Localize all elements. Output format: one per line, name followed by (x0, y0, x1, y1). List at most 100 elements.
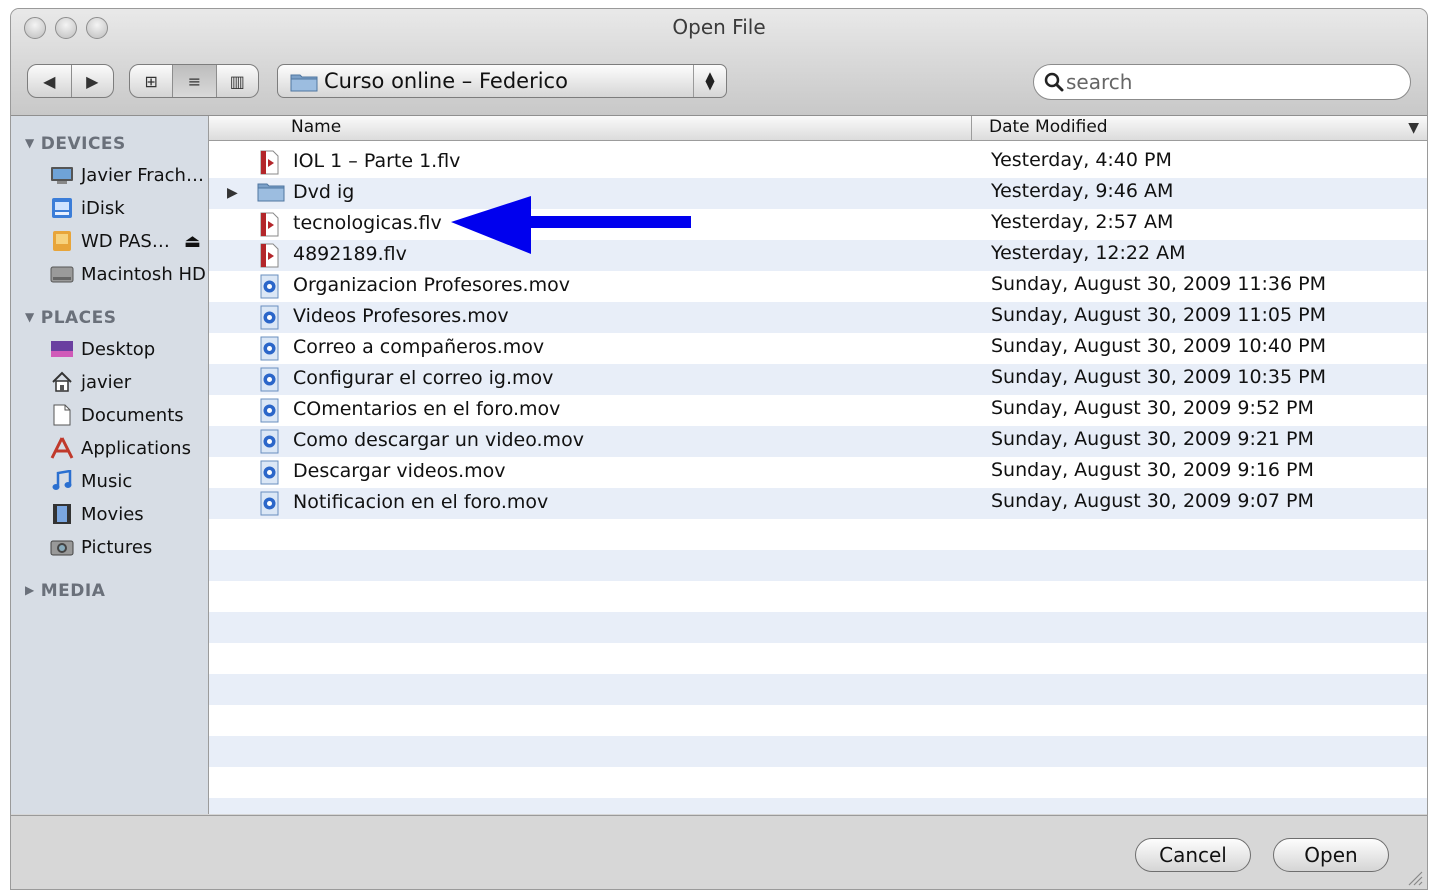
file-date-modified: Yesterday, 9:46 AM (991, 180, 1174, 202)
row-stripe (209, 674, 1427, 705)
file-date-modified: Sunday, August 30, 2009 9:52 PM (991, 397, 1314, 419)
location-label: Curso online – Federico (324, 69, 568, 93)
file-date-modified: Yesterday, 12:22 AM (991, 242, 1186, 264)
column-view-icon: ▥ (229, 71, 245, 91)
desktop-icon (49, 338, 74, 360)
open-button[interactable]: Open (1273, 838, 1389, 872)
disclosure-open-icon: ▼ (25, 136, 35, 150)
quicktime-movie-icon (257, 398, 281, 423)
window-title: Open File (672, 15, 766, 39)
eject-icon[interactable]: ⏏ (184, 231, 201, 252)
search-field[interactable] (1033, 64, 1411, 100)
idisk-icon (49, 197, 74, 219)
resize-grip-icon[interactable] (1405, 868, 1423, 886)
file-date-modified: Sunday, August 30, 2009 11:36 PM (991, 273, 1326, 295)
quicktime-movie-icon (257, 491, 281, 516)
file-date-modified: Sunday, August 30, 2009 11:05 PM (991, 304, 1326, 326)
file-name: Correo a compañeros.mov (293, 336, 545, 358)
search-input[interactable] (1066, 70, 1396, 94)
sidebar-item-music[interactable]: Music (49, 466, 132, 496)
row-stripe (209, 612, 1427, 643)
media-section-header[interactable]: ▶ MEDIA (25, 581, 105, 601)
list-view-button[interactable]: ≡ (173, 65, 217, 97)
quicktime-movie-icon (257, 367, 281, 392)
file-date-modified: Sunday, August 30, 2009 9:16 PM (991, 459, 1314, 481)
sidebar-item-applications[interactable]: Applications (49, 433, 191, 463)
file-date-modified: Sunday, August 30, 2009 10:35 PM (991, 366, 1326, 388)
row-stripe (209, 519, 1427, 550)
column-divider[interactable] (971, 116, 972, 140)
file-row[interactable]: Videos Profesores.mov Sunday, August 30, … (209, 302, 1427, 333)
file-row[interactable]: Organizacion Profesores.mov Sunday, Augus… (209, 271, 1427, 302)
disclosure-closed-icon: ▶ (25, 583, 35, 597)
file-name: Notificacion en el foro.mov (293, 491, 549, 513)
file-name: COmentarios en el foro.mov (293, 398, 561, 420)
popup-arrows-icon: ▲ ▼ (693, 65, 726, 97)
forward-arrow-icon: ▶ (86, 71, 99, 91)
search-icon (1044, 72, 1064, 92)
movies-icon (49, 503, 74, 525)
music-icon (49, 470, 74, 492)
icon-view-button[interactable]: ⊞ (130, 65, 174, 97)
sidebar-item-macintosh-hd[interactable]: Macintosh HD (49, 259, 206, 289)
sidebar-item-idisk[interactable]: iDisk (49, 193, 125, 223)
back-button[interactable]: ◀ (28, 65, 72, 97)
file-name: Videos Profesores.mov (293, 305, 509, 327)
back-forward-control: ◀ ▶ (27, 64, 114, 98)
cancel-button[interactable]: Cancel (1135, 838, 1251, 872)
row-stripe (209, 550, 1427, 581)
row-stripe (209, 798, 1427, 814)
open-file-dialog: Open File ◀ ▶ ⊞ ≡ ▥ Curso online – Feder… (10, 8, 1428, 890)
quicktime-movie-icon (257, 336, 281, 361)
applications-icon (49, 437, 74, 459)
sidebar: ▼ DEVICES Javier Frach… iDisk WD PAS… ⏏ M… (11, 116, 209, 814)
file-row[interactable]: Descargar videos.mov Sunday, August 30, 2… (209, 457, 1427, 488)
devices-section-header[interactable]: ▼ DEVICES (25, 134, 126, 154)
row-stripe (209, 705, 1427, 736)
file-name: Configurar el correo ig.mov (293, 367, 554, 389)
column-view-button[interactable]: ▥ (217, 65, 258, 97)
file-name: Como descargar un video.mov (293, 429, 584, 451)
toolbar-area: Open File ◀ ▶ ⊞ ≡ ▥ Curso online – Feder… (11, 9, 1427, 116)
file-row[interactable]: COmentarios en el foro.mov Sunday, August… (209, 395, 1427, 426)
documents-icon (49, 404, 74, 426)
sidebar-item-wd-passport[interactable]: WD PAS… ⏏ (49, 226, 201, 256)
icon-view-icon: ⊞ (144, 71, 158, 91)
forward-button[interactable]: ▶ (72, 65, 114, 97)
file-row[interactable]: Notificacion en el foro.mov Sunday, Augus… (209, 488, 1427, 519)
file-date-modified: Sunday, August 30, 2009 9:07 PM (991, 490, 1314, 512)
location-popup[interactable]: Curso online – Federico ▲ ▼ (277, 64, 727, 98)
sidebar-item-movies[interactable]: Movies (49, 499, 144, 529)
sidebar-item-pictures[interactable]: Pictures (49, 532, 152, 562)
disclosure-open-icon: ▼ (25, 310, 35, 324)
file-date-modified: Yesterday, 2:57 AM (991, 211, 1174, 233)
row-stripe (209, 736, 1427, 767)
column-header-date-modified[interactable]: Date Modified (989, 117, 1108, 137)
back-arrow-icon: ◀ (43, 71, 56, 91)
home-icon (49, 371, 74, 393)
dialog-button-bar: Cancel Open (11, 815, 1427, 889)
places-section-header[interactable]: ▼ PLACES (25, 308, 117, 328)
quicktime-movie-icon (257, 305, 281, 330)
file-row[interactable]: Correo a compañeros.mov Sunday, August 30… (209, 333, 1427, 364)
sort-indicator-icon: ▼ (1408, 120, 1419, 136)
sidebar-item-home[interactable]: javier (49, 367, 131, 397)
annotation-arrow (451, 196, 691, 254)
hard-drive-icon (49, 263, 74, 285)
sidebar-item-documents[interactable]: Documents (49, 400, 184, 430)
file-row[interactable]: Como descargar un video.mov Sunday, Augus… (209, 426, 1427, 457)
file-row[interactable]: Configurar el correo ig.mov Sunday, Augus… (209, 364, 1427, 395)
list-view-icon: ≡ (187, 71, 202, 91)
pictures-icon (49, 536, 74, 558)
row-stripe (209, 581, 1427, 612)
quicktime-movie-icon (257, 274, 281, 299)
file-list: Name Date Modified ▼ IOL 1 – Parte 1.flv… (209, 116, 1427, 814)
folder-icon (290, 74, 318, 92)
computer-icon (49, 164, 74, 186)
file-date-modified: Sunday, August 30, 2009 10:40 PM (991, 335, 1326, 357)
quicktime-movie-icon (257, 460, 281, 485)
file-name: Descargar videos.mov (293, 460, 506, 482)
sidebar-item-desktop[interactable]: Desktop (49, 334, 155, 364)
file-name: Organizacion Profesores.mov (293, 274, 570, 296)
sidebar-item-computer[interactable]: Javier Frach… (49, 160, 204, 190)
